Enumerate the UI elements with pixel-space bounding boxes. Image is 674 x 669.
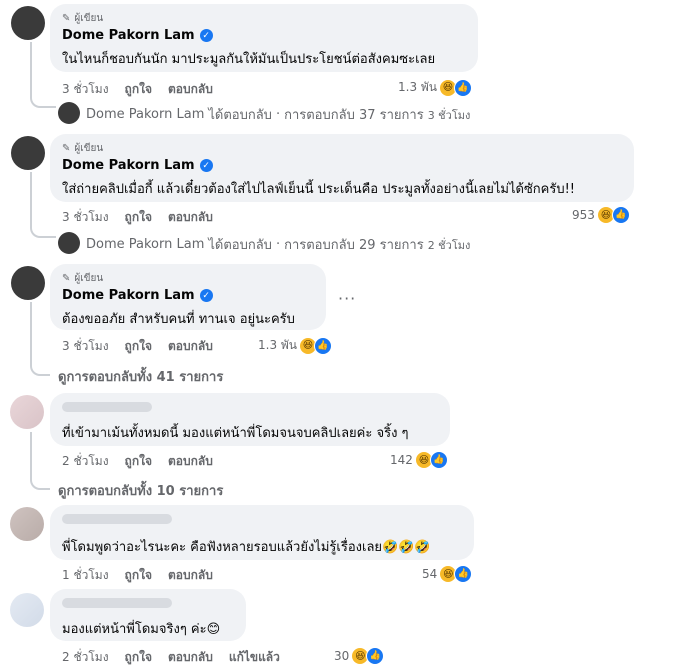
- reply-text: ที่เข้ามาเม้นทั้งหมดนี้ มองแต่หน้าพี่โดม…: [62, 426, 409, 441]
- comment-author[interactable]: Dome Pakorn Lam ✓: [62, 288, 213, 303]
- reaction-count: 1.3 พัน: [258, 338, 298, 352]
- reaction-count: 1.3 พัน: [398, 80, 438, 94]
- reply-text: พี่โดมพูดว่าอะไรนะคะ คือฟังหลายรอบแล้วยั…: [62, 540, 431, 555]
- reply-time: 2 ชั่วโมง: [427, 238, 471, 252]
- author-tag: ✎ ผู้เขียน: [62, 273, 104, 284]
- reply-time[interactable]: 1 ชั่วโมง: [62, 566, 109, 585]
- pencil-icon: ✎: [62, 13, 71, 24]
- reaction-count: 953: [572, 208, 595, 222]
- avatar[interactable]: [10, 507, 44, 541]
- reply-button[interactable]: ตอบกลับ: [168, 452, 213, 471]
- blurred-author-name: [62, 598, 172, 608]
- verified-badge-icon: ✓: [199, 289, 213, 302]
- reply-time: 3 ชั่วโมง: [427, 108, 471, 122]
- blurred-author-name: [62, 402, 152, 412]
- reply-author[interactable]: Dome Pakorn Lam: [86, 107, 204, 122]
- view-all-replies[interactable]: ดูการตอบกลับทั้ง 41 รายการ: [58, 366, 223, 387]
- like-button[interactable]: ถูกใจ: [125, 208, 152, 227]
- comment-actions: 3 ชั่วโมง ถูกใจ ตอบกลับ: [62, 208, 213, 227]
- reply-summary[interactable]: Dome Pakorn Lam ได้ตอบกลับ · การตอบกลับ …: [86, 104, 470, 125]
- avatar[interactable]: [58, 102, 80, 124]
- reaction-summary[interactable]: 54 😆 👍: [422, 565, 473, 583]
- comment-text: ใส่ถ่ายคลิปเมื่อกี้ แล้วเดี๋ยวต้องใส่ไปไ…: [62, 182, 576, 197]
- like-reaction-icon: 👍: [454, 78, 473, 97]
- reply-button[interactable]: ตอบกลับ: [168, 208, 213, 227]
- reaction-summary[interactable]: 1.3 พัน 😆 👍: [398, 78, 473, 97]
- avatar[interactable]: [11, 266, 45, 300]
- reaction-summary[interactable]: 30 😆 👍: [334, 647, 385, 665]
- thread-connector: [30, 302, 50, 376]
- reply-button[interactable]: ตอบกลับ: [168, 566, 213, 585]
- author-tag: ✎ ผู้เขียน: [62, 13, 104, 24]
- comment-author[interactable]: Dome Pakorn Lam ✓: [62, 28, 213, 43]
- comment-time[interactable]: 3 ชั่วโมง: [62, 208, 109, 227]
- comment-text: ต้องขออภัย สำหรับคนที่ ทานเจ อยู่นะครับ: [62, 312, 295, 327]
- thread-connector: [30, 172, 56, 238]
- edited-label: แก้ไขแล้ว: [228, 650, 280, 664]
- reply-time[interactable]: 2 ชั่วโมง: [62, 648, 109, 667]
- reply-button[interactable]: ตอบกลับ: [168, 80, 213, 99]
- reply-button[interactable]: ตอบกลับ: [168, 648, 213, 667]
- verified-badge-icon: ✓: [199, 29, 213, 42]
- pencil-icon: ✎: [62, 143, 71, 154]
- reply-count[interactable]: การตอบกลับ 37 รายการ: [284, 104, 424, 125]
- avatar[interactable]: [10, 593, 44, 627]
- avatar[interactable]: [58, 232, 80, 254]
- like-reaction-icon: 👍: [366, 647, 385, 665]
- reply-count[interactable]: การตอบกลับ 29 รายการ: [284, 234, 424, 255]
- avatar[interactable]: [10, 395, 44, 429]
- blurred-author-name: [62, 514, 172, 524]
- reaction-count: 54: [422, 567, 438, 581]
- comment-text: ในไหนก็ชอบกันนัก มาประมูลกันให้มันเป็นปร…: [62, 52, 436, 67]
- like-button[interactable]: ถูกใจ: [125, 648, 152, 667]
- avatar[interactable]: [11, 136, 45, 170]
- reaction-summary[interactable]: 953 😆 👍: [572, 206, 630, 224]
- reply-actions: 2 ชั่วโมง ถูกใจ ตอบกลับ: [62, 452, 213, 471]
- verified-badge-icon: ✓: [199, 159, 213, 172]
- avatar[interactable]: [11, 6, 45, 40]
- comment-time[interactable]: 3 ชั่วโมง: [62, 80, 109, 99]
- view-all-replies[interactable]: ดูการตอบกลับทั้ง 10 รายการ: [58, 480, 223, 501]
- comment-time[interactable]: 3 ชั่วโมง: [62, 337, 109, 356]
- thread-connector: [30, 432, 50, 490]
- reply-author[interactable]: Dome Pakorn Lam: [86, 237, 204, 252]
- comment-actions: 3 ชั่วโมง ถูกใจ ตอบกลับ: [62, 80, 213, 99]
- like-button[interactable]: ถูกใจ: [125, 566, 152, 585]
- more-options-button[interactable]: ···: [338, 289, 356, 308]
- reply-button[interactable]: ตอบกลับ: [168, 337, 213, 356]
- reaction-summary[interactable]: 1.3 พัน 😆 👍: [258, 336, 333, 355]
- reply-time[interactable]: 2 ชั่วโมง: [62, 452, 109, 471]
- like-button[interactable]: ถูกใจ: [125, 452, 152, 471]
- like-reaction-icon: 👍: [314, 336, 333, 355]
- comment-actions: 3 ชั่วโมง ถูกใจ ตอบกลับ: [62, 337, 213, 356]
- like-button[interactable]: ถูกใจ: [125, 80, 152, 99]
- author-tag: ✎ ผู้เขียน: [62, 143, 104, 154]
- reaction-count: 30: [334, 649, 350, 663]
- like-button[interactable]: ถูกใจ: [125, 337, 152, 356]
- reply-actions: 1 ชั่วโมง ถูกใจ ตอบกลับ: [62, 566, 213, 585]
- comment-author[interactable]: Dome Pakorn Lam ✓: [62, 158, 213, 173]
- pencil-icon: ✎: [62, 273, 71, 284]
- reaction-count: 142: [390, 453, 413, 467]
- reply-summary[interactable]: Dome Pakorn Lam ได้ตอบกลับ · การตอบกลับ …: [86, 234, 470, 255]
- like-reaction-icon: 👍: [454, 565, 473, 583]
- reply-text: มองแต่หน้าพี่โดมจริงๆ ค่ะ😊: [62, 622, 221, 637]
- thread-connector: [30, 42, 56, 108]
- like-reaction-icon: 👍: [429, 451, 448, 469]
- reply-actions: 2 ชั่วโมง ถูกใจ ตอบกลับ แก้ไขแล้ว: [62, 648, 280, 667]
- like-reaction-icon: 👍: [611, 206, 630, 224]
- reaction-summary[interactable]: 142 😆 👍: [390, 451, 448, 469]
